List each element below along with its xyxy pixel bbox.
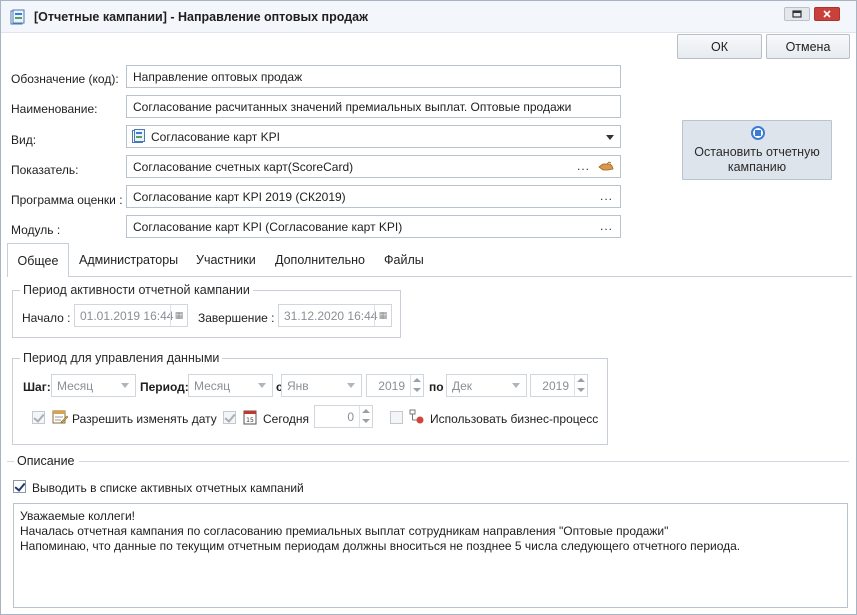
- type-value: Согласование карт KPI: [151, 130, 280, 144]
- workflow-icon: [409, 409, 424, 424]
- kpi-card-icon: [132, 129, 145, 143]
- chevron-down-icon[interactable]: [258, 383, 266, 388]
- hand-icon[interactable]: [598, 160, 614, 173]
- data-period-group: Период для управления данными: [12, 351, 608, 445]
- from-year-value: 2019: [378, 379, 405, 393]
- period-value: Месяц: [194, 379, 231, 393]
- start-label: Начало :: [22, 311, 71, 325]
- calendar-today-icon: 15: [243, 410, 257, 425]
- to-label: по: [429, 380, 444, 394]
- stop-icon: [751, 126, 765, 140]
- today-offset-value: 0: [347, 410, 354, 424]
- calendar-icon[interactable]: ▦: [374, 305, 391, 326]
- spin-arrows-icon[interactable]: [410, 375, 423, 396]
- step-combo[interactable]: Месяц: [51, 374, 136, 397]
- indicator-label: Показатель:: [11, 163, 79, 177]
- calendar-icon[interactable]: ▦: [170, 305, 187, 326]
- program-label: Программа оценки :: [11, 193, 123, 207]
- tab-participants[interactable]: Участники: [196, 243, 256, 276]
- to-year-spinner[interactable]: 2019: [530, 374, 588, 397]
- stop-campaign-button[interactable]: Остановить отчетную кампанию: [682, 120, 832, 180]
- app-icon: [10, 9, 25, 25]
- indicator-value: Согласование счетных карт(ScoreCard): [133, 160, 354, 174]
- tab-general[interactable]: Общее: [7, 243, 69, 277]
- indicator-field[interactable]: Согласование счетных карт(ScoreCard) ...: [126, 155, 621, 178]
- data-period-title: Период для управления данными: [20, 351, 223, 365]
- description-divider-left: [7, 461, 14, 462]
- chevron-down-icon[interactable]: [606, 135, 614, 140]
- restore-button[interactable]: [784, 7, 810, 21]
- tab-divider: [7, 276, 852, 277]
- to-month-value: Дек: [452, 379, 473, 393]
- from-year-spinner[interactable]: 2019: [366, 374, 424, 397]
- to-year-value: 2019: [542, 379, 569, 393]
- module-label: Модуль :: [11, 223, 61, 237]
- from-month-value: Янв: [287, 379, 309, 393]
- module-value: Согласование карт KPI (Согласование карт…: [133, 220, 403, 234]
- description-textarea[interactable]: Уважаемые коллеги! Началась отчетная кам…: [13, 503, 848, 608]
- stop-campaign-label: Остановить отчетную кампанию: [694, 145, 820, 174]
- period-label: Период:: [140, 380, 189, 394]
- tab-administrators[interactable]: Администраторы: [79, 243, 178, 276]
- end-label: Завершение :: [198, 311, 275, 325]
- svg-text:15: 15: [246, 417, 254, 424]
- today-checkbox[interactable]: [223, 411, 236, 424]
- start-date-value: 01.01.2019 16:44: [80, 309, 174, 323]
- program-value: Согласование карт KPI 2019 (СК2019): [133, 190, 346, 204]
- today-offset-spinner[interactable]: 0: [314, 405, 373, 428]
- indicator-browse-button[interactable]: ...: [577, 159, 590, 173]
- description-line: Уважаемые коллеги!: [20, 509, 136, 523]
- business-process-label: Использовать бизнес-процесс: [430, 412, 599, 426]
- chevron-down-icon[interactable]: [347, 383, 355, 388]
- spin-arrows-icon[interactable]: [574, 375, 587, 396]
- end-date-value: 31.12.2020 16:44: [284, 309, 378, 323]
- type-label: Вид:: [11, 133, 37, 147]
- name-value: Согласование расчитанных значений премиа…: [133, 100, 572, 114]
- show-active-label: Выводить в списке активных отчетных камп…: [32, 481, 304, 495]
- ok-button[interactable]: ОК: [677, 34, 762, 59]
- close-button[interactable]: [814, 7, 840, 21]
- restore-icon: [792, 10, 802, 18]
- program-field[interactable]: Согласование карт KPI 2019 (СК2019) ...: [126, 185, 621, 208]
- description-divider: [79, 461, 849, 462]
- name-label: Наименование:: [11, 102, 98, 116]
- tab-files[interactable]: Файлы: [384, 243, 424, 276]
- show-active-checkbox[interactable]: [13, 480, 26, 493]
- close-icon: [823, 10, 831, 18]
- start-date-field[interactable]: 01.01.2019 16:44 ▦: [74, 304, 188, 327]
- allow-change-date-label: Разрешить изменять дату: [72, 412, 217, 426]
- activity-period-title: Период активности отчетной кампании: [20, 283, 253, 297]
- chevron-down-icon[interactable]: [512, 383, 520, 388]
- window-title: [Отчетные кампании] - Направление оптовы…: [34, 10, 368, 24]
- description-title: Описание: [17, 454, 75, 468]
- title-bar: [Отчетные кампании] - Направление оптовы…: [1, 1, 856, 33]
- spin-arrows-icon[interactable]: [359, 406, 372, 427]
- step-label: Шаг:: [23, 380, 51, 394]
- period-combo[interactable]: Месяц: [188, 374, 273, 397]
- module-browse-button[interactable]: ...: [600, 219, 613, 233]
- end-date-field[interactable]: 31.12.2020 16:44 ▦: [278, 304, 392, 327]
- today-label: Сегодня: [263, 412, 309, 426]
- chevron-down-icon[interactable]: [121, 383, 129, 388]
- business-process-checkbox[interactable]: [390, 411, 403, 424]
- code-field[interactable]: Направление оптовых продаж: [126, 65, 621, 88]
- tab-additional[interactable]: Дополнительно: [275, 243, 365, 276]
- description-line: Напоминаю, что данные по текущим отчетны…: [20, 539, 741, 553]
- from-month-combo[interactable]: Янв: [281, 374, 362, 397]
- to-month-combo[interactable]: Дек: [446, 374, 527, 397]
- allow-change-date-checkbox[interactable]: [32, 411, 45, 424]
- dialog-window: [Отчетные кампании] - Направление оптовы…: [0, 0, 857, 615]
- type-combo[interactable]: Согласование карт KPI: [126, 125, 621, 148]
- module-field[interactable]: Согласование карт KPI (Согласование карт…: [126, 215, 621, 238]
- cancel-button[interactable]: Отмена: [766, 34, 850, 59]
- description-line: Началась отчетная кампания по согласован…: [20, 524, 669, 538]
- program-browse-button[interactable]: ...: [600, 189, 613, 203]
- code-value: Направление оптовых продаж: [133, 70, 303, 84]
- code-label: Обозначение (код):: [11, 72, 119, 86]
- name-field[interactable]: Согласование расчитанных значений премиа…: [126, 95, 621, 118]
- step-value: Месяц: [57, 379, 94, 393]
- calendar-edit-icon: [52, 410, 68, 424]
